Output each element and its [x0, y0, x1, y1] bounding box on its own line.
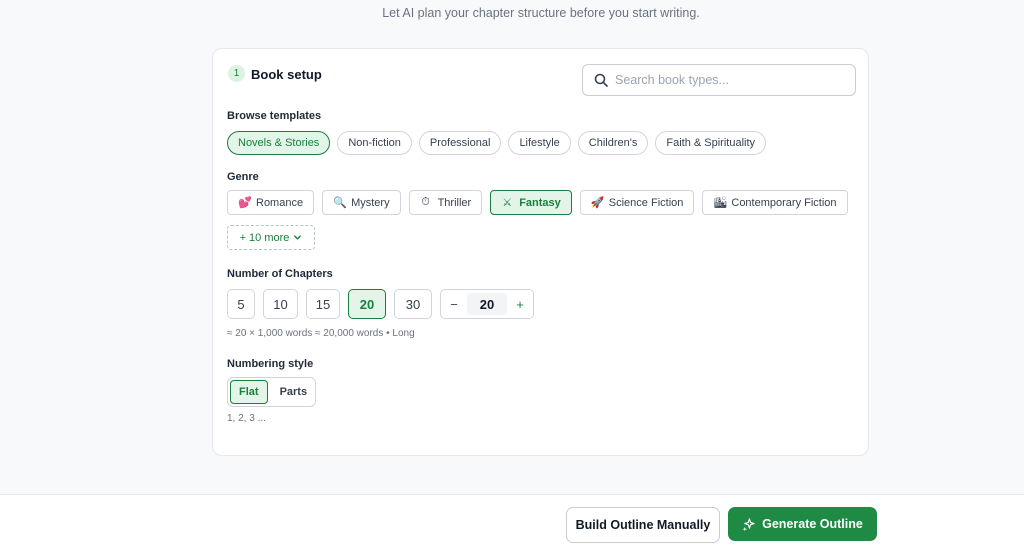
sparkle-icon: [742, 517, 755, 531]
numbering-label: Numbering style: [227, 358, 314, 370]
search-input[interactable]: [615, 73, 835, 87]
numbering-flat-button[interactable]: Flat: [230, 380, 268, 404]
template-chip-childrens[interactable]: Children's: [577, 131, 649, 155]
more-genres-label: + 10 more: [239, 231, 290, 244]
increment-button[interactable]: +: [514, 297, 526, 312]
buildings-icon: 🏙: [713, 197, 728, 209]
page-subtitle: Let AI plan your chapter structure befor…: [382, 6, 700, 20]
numbering-style-toggle: Flat Parts: [227, 377, 316, 407]
more-genres-button[interactable]: + 10 more: [227, 225, 315, 250]
genre-contemporary-fiction[interactable]: 🏙 Contemporary Fiction: [702, 190, 848, 215]
numbering-example: 1, 2, 3 ...: [227, 413, 266, 424]
templates-label: Browse templates: [227, 110, 322, 122]
step-badge: 1: [228, 65, 245, 82]
template-chip-professional[interactable]: Professional: [418, 131, 502, 155]
chapters-label: Number of Chapters: [227, 268, 333, 280]
search-box[interactable]: [582, 64, 856, 96]
template-chip-novels[interactable]: Novels & Stories: [227, 131, 331, 155]
rocket-icon: 🚀: [590, 197, 605, 209]
chapter-option-15[interactable]: 15: [306, 289, 340, 319]
numbering-parts-button[interactable]: Parts: [272, 380, 316, 404]
crossed-swords-icon: ⚔: [502, 197, 513, 209]
genre-label-thriller: Thriller: [437, 196, 472, 209]
chapter-option-10[interactable]: 10: [263, 289, 298, 319]
genre-label-fantasy: Fantasy: [519, 196, 561, 209]
word-estimate: ≈ 20 × 1,000 words ≈ 20,000 words • Long: [227, 328, 415, 339]
chevron-down-icon: [294, 235, 302, 240]
magnifier-icon: 🔍: [333, 197, 347, 209]
book-setup-title: Book setup: [251, 67, 322, 82]
generate-outline-label: Generate Outline: [762, 517, 863, 531]
genre-label-science-fiction: Science Fiction: [608, 196, 684, 209]
chapter-option-5[interactable]: 5: [227, 289, 255, 319]
chapter-option-30[interactable]: 30: [394, 289, 432, 319]
genre-thriller[interactable]: ⏱ Thriller: [408, 190, 483, 215]
template-chip-faith[interactable]: Faith & Spirituality: [655, 131, 767, 155]
footer-bar: Build Outline Manually Generate Outline: [0, 494, 1024, 546]
template-chips: Novels & Stories Non-fiction Professiona…: [227, 131, 767, 155]
template-chip-lifestyle[interactable]: Lifestyle: [508, 131, 571, 155]
chapter-count-options: 5 10 15 20 30 − 20 +: [227, 289, 534, 319]
genre-label: Genre: [227, 171, 259, 183]
genre-mystery[interactable]: 🔍 Mystery: [322, 190, 401, 215]
genre-science-fiction[interactable]: 🚀 Science Fiction: [579, 190, 695, 215]
book-setup-card: 1 Book setup Browse templates Novels & S…: [212, 48, 869, 456]
genre-chips: 💕 Romance 🔍 Mystery ⏱ Thriller ⚔ Fantasy…: [227, 190, 848, 215]
chapter-stepper: − 20 +: [440, 289, 534, 319]
genre-label-contemporary-fiction: Contemporary Fiction: [731, 196, 837, 209]
chapter-count-value[interactable]: 20: [467, 293, 507, 315]
genre-label-mystery: Mystery: [351, 196, 390, 209]
template-chip-nonfiction[interactable]: Non-fiction: [337, 131, 412, 155]
generate-outline-button[interactable]: Generate Outline: [728, 507, 877, 541]
decrement-button[interactable]: −: [448, 297, 460, 312]
genre-label-romance: Romance: [256, 196, 304, 209]
build-outline-manually-button[interactable]: Build Outline Manually: [566, 507, 720, 543]
search-icon: [594, 73, 608, 87]
stopwatch-icon: ⏱: [421, 196, 430, 208]
heart-icon: 💕: [238, 197, 252, 209]
genre-fantasy[interactable]: ⚔ Fantasy: [490, 190, 572, 215]
chapter-option-20[interactable]: 20: [348, 289, 386, 319]
genre-romance[interactable]: 💕 Romance: [227, 190, 315, 215]
